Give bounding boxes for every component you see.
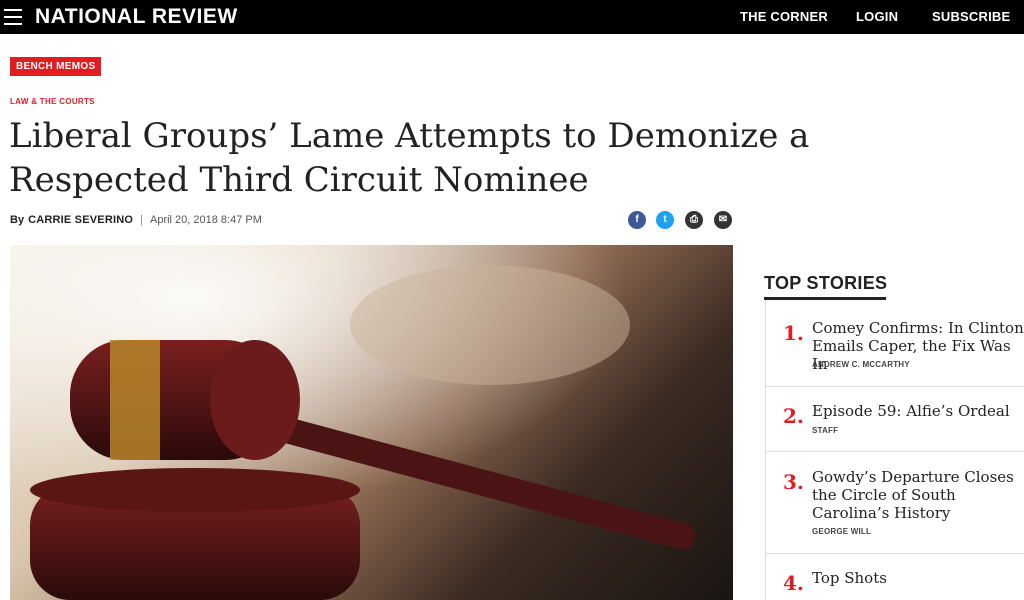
story-number: 1. — [783, 321, 804, 345]
story-number: 4. — [783, 571, 804, 595]
story-number: 3. — [783, 470, 804, 494]
author-link[interactable]: CARRIE SEVERINO — [28, 214, 133, 226]
story-number: 2. — [783, 404, 804, 428]
section-badge[interactable]: BENCH MEMOS — [10, 57, 102, 76]
top-story-item-3[interactable]: 3. Gowdy’s Departure Closes the Circle o… — [766, 468, 1024, 540]
nav-subscribe[interactable]: SUBSCRIBE — [932, 9, 1010, 24]
email-icon[interactable]: ✉ — [714, 211, 732, 229]
facebook-icon[interactable]: f — [628, 211, 646, 229]
top-stories-title: TOP STORIES — [764, 273, 888, 293]
story-title[interactable]: Gowdy’s Departure Closes the Circle of S… — [812, 468, 1024, 522]
top-story-item-2[interactable]: 2. Episode 59: Alfie’s Ordeal STAFF — [766, 402, 1024, 442]
article-headline: Liberal Groups’ Lame Attempts to Demoniz… — [9, 116, 810, 200]
twitter-icon[interactable]: t — [656, 211, 674, 229]
divider — [766, 553, 1024, 554]
story-title[interactable]: Top Shots — [812, 569, 1024, 587]
story-author[interactable]: STAFF — [812, 426, 838, 435]
menu-icon[interactable] — [4, 9, 22, 25]
print-icon[interactable]: ⎙ — [685, 211, 703, 229]
story-title[interactable]: Episode 59: Alfie’s Ordeal — [812, 402, 1024, 420]
article-category[interactable]: LAW & THE COURTS — [10, 97, 95, 106]
top-story-item-4[interactable]: 4. Top Shots — [766, 569, 1024, 599]
title-rule — [764, 297, 886, 300]
byline-separator: | — [140, 214, 143, 226]
story-author[interactable]: GEORGE WILL — [812, 527, 871, 536]
top-navigation-bar: NATIONAL REVIEW THE CORNER LOGIN SUBSCRI… — [0, 0, 1024, 34]
gavel-illustration — [10, 245, 733, 600]
nav-the-corner[interactable]: THE CORNER — [740, 9, 828, 24]
byline: By CARRIE SEVERINO | April 20, 2018 8:47 PM — [10, 214, 262, 226]
story-author[interactable]: ANDREW C. MCCARTHY — [812, 360, 910, 369]
nav-login[interactable]: LOGIN — [856, 9, 898, 24]
site-logo[interactable]: NATIONAL REVIEW — [35, 4, 238, 30]
publish-date: April 20, 2018 8:47 PM — [150, 214, 262, 226]
article-hero-image — [10, 245, 733, 600]
divider — [766, 451, 1024, 452]
byline-prefix: By — [10, 214, 25, 226]
divider — [766, 386, 1024, 387]
top-story-item-1[interactable]: 1. Comey Confirms: In Clinton Emails Cap… — [766, 319, 1024, 379]
